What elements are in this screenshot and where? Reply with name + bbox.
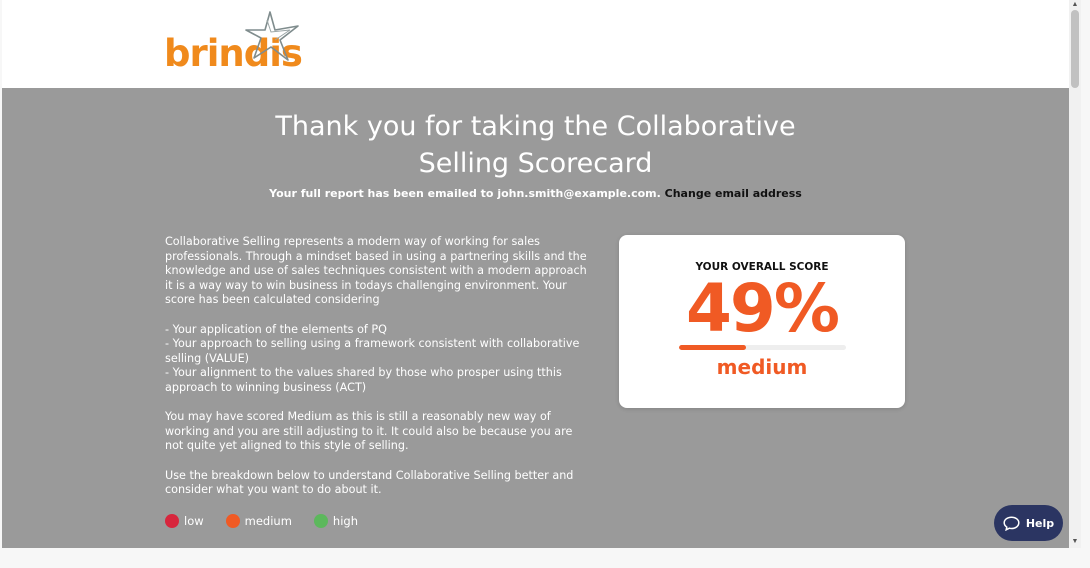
legend-dot-high bbox=[313, 514, 328, 528]
score-level: medium bbox=[716, 355, 808, 379]
page: brindis Thank you for taking the Collabo… bbox=[2, 0, 1069, 548]
help-button[interactable]: Help bbox=[994, 505, 1063, 541]
email-notice: Your full report has been emailed to joh… bbox=[2, 187, 1069, 200]
site-header: brindis bbox=[2, 0, 1069, 88]
criteria-item-act: - Your alignment to the values shared by… bbox=[165, 366, 562, 394]
score-legend: low medium high bbox=[165, 514, 380, 528]
legend-dot-low bbox=[165, 514, 179, 528]
chat-bubble-icon bbox=[1003, 515, 1020, 531]
page-title: Thank you for taking the Collaborative S… bbox=[2, 108, 1069, 182]
breakdown-prompt: Use the breakdown below to understand Co… bbox=[165, 468, 574, 497]
results-section: Thank you for taking the Collaborative S… bbox=[2, 88, 1069, 548]
title-line-2: Selling Scorecard bbox=[418, 148, 653, 179]
score-progress-fill bbox=[679, 345, 746, 350]
page-scrollbar[interactable]: ▲ ▼ bbox=[1069, 0, 1081, 548]
legend-label-high: high bbox=[332, 514, 358, 528]
score-progress-bar bbox=[679, 345, 846, 350]
brindis-logo[interactable]: brindis bbox=[162, 10, 303, 80]
criteria-item-value: - Your approach to selling using a frame… bbox=[165, 337, 580, 365]
score-explanation: You may have scored Medium as this is st… bbox=[165, 410, 573, 453]
overall-score-card: YOUR OVERALL SCORE 49% medium bbox=[619, 235, 905, 408]
scrollbar-thumb[interactable] bbox=[1071, 10, 1079, 88]
legend-item-low: low bbox=[165, 514, 204, 528]
criteria-list: - Your application of the elements of PQ… bbox=[165, 323, 593, 396]
legend-label-low: low bbox=[184, 514, 204, 528]
criteria-item-pq: - Your application of the elements of PQ bbox=[165, 322, 387, 336]
score-percentage: 49% bbox=[686, 270, 840, 347]
legend-dot-medium bbox=[225, 514, 240, 528]
legend-label-medium: medium bbox=[244, 514, 292, 528]
results-description: Collaborative Selling represents a moder… bbox=[165, 235, 593, 512]
scroll-down-arrow-icon[interactable]: ▼ bbox=[1071, 538, 1079, 546]
legend-item-high: high bbox=[313, 514, 358, 528]
email-notice-text: Your full report has been emailed to joh… bbox=[269, 187, 661, 200]
legend-item-medium: medium bbox=[225, 514, 292, 528]
intro-paragraph: Collaborative Selling represents a moder… bbox=[165, 235, 587, 307]
scroll-up-arrow-icon[interactable]: ▲ bbox=[1071, 1, 1079, 9]
help-label: Help bbox=[1025, 516, 1055, 530]
title-line-1: Thank you for taking the Collaborative bbox=[275, 111, 796, 142]
change-email-link[interactable]: Change email address bbox=[665, 187, 802, 200]
star-outline-icon bbox=[245, 11, 299, 61]
